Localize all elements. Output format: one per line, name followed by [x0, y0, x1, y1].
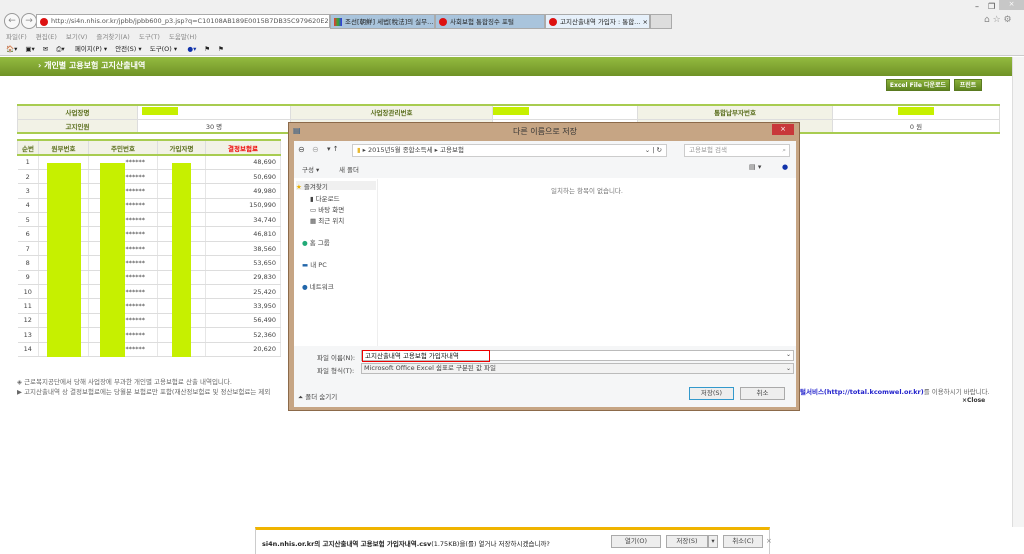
cancel-button[interactable]: 취소: [740, 387, 785, 400]
nav-favorites[interactable]: ★ 즐겨찾기: [296, 181, 376, 191]
close-window-button[interactable]: ×: [999, 0, 1024, 10]
feed-icon[interactable]: ▣▾: [25, 45, 34, 53]
help-icon[interactable]: ●: [782, 163, 788, 171]
nav-homegroup[interactable]: ● 홈 그룹: [302, 237, 330, 247]
close-link[interactable]: ×Close: [962, 397, 985, 404]
excel-download-button[interactable]: Excel File 다운로드: [886, 79, 950, 91]
redacted-column: [100, 163, 125, 357]
filename-input[interactable]: 고지산출내역 고용보험 가입자내역 ⌄: [361, 350, 794, 362]
empty-message: 일치하는 항목이 없습니다.: [551, 187, 623, 195]
site-icon: [334, 18, 342, 26]
tab-1[interactable]: 조선[朝鮮] 세법[稅法]의 실무...: [330, 14, 435, 29]
save-options-dropdown[interactable]: ▾: [708, 535, 718, 548]
menu-bar: 파일(F) 편집(E) 보기(V) 즐겨찾기(A) 도구(T) 도움말(H): [6, 31, 206, 41]
new-tab-button[interactable]: [650, 14, 672, 29]
scrollbar[interactable]: [1012, 57, 1024, 527]
forward-icon[interactable]: ⊖: [312, 145, 319, 154]
note-1: ◈ 근로복지공단에서 당해 사업장에 부과한 개인별 고용보험료 산출 내역입니…: [17, 378, 232, 386]
search-icon: ⌕: [782, 146, 786, 154]
safety-menu[interactable]: 안전(S) ▾: [115, 45, 142, 53]
gear-icon[interactable]: ⚙: [1004, 15, 1012, 25]
command-bar: 🏠▾ ▣▾ ✉ ⎙▾ 페이지(P) ▾ 안전(S) ▾ 도구(O) ▾ ●▾ ⚑ ⚑: [6, 43, 232, 54]
print-button[interactable]: 프린트: [954, 79, 982, 91]
redacted: [898, 107, 934, 116]
redacted: [142, 107, 178, 116]
star-icon[interactable]: ☆: [993, 15, 1001, 25]
hide-folders-button[interactable]: ⏶ 폴더 숨기기: [298, 391, 337, 402]
path-bar[interactable]: ▮ ▸ 2015년5월 종합소득세 ▸ 고용보험 ⌄ | ↻: [352, 144, 667, 157]
home-icon[interactable]: 🏠▾: [6, 45, 17, 53]
minimize-button[interactable]: –: [975, 2, 979, 11]
translate-icon[interactable]: ⚑: [218, 45, 224, 53]
close-bar-icon[interactable]: ×: [766, 537, 772, 545]
menu-favorites[interactable]: 즐겨찾기(A): [96, 33, 129, 41]
save-as-dialog: ▤ 다른 이름으로 저장 × ⊖ ⊖ ▾ ↑ ▮ ▸ 2015년5월 종합소득세…: [288, 122, 800, 411]
page-title: › 개인별 고용보험 고지산출내역: [0, 57, 1012, 76]
forward-button[interactable]: →: [21, 13, 37, 29]
browser-chrome: ← → http://si4n.nhis.or.kr/jpbb/jpbb600_…: [0, 0, 1024, 56]
redacted-column: [47, 163, 81, 357]
redacted-column: [172, 163, 191, 357]
print-icon[interactable]: ⎙▾: [56, 45, 64, 53]
redacted: [493, 107, 529, 116]
nav-recent[interactable]: ▦ 최근 위치: [310, 215, 344, 225]
menu-file[interactable]: 파일(F): [6, 33, 27, 41]
download-notification-bar: si4n.nhis.or.kr의 고지산출내역 고용보험 가입자내역.csv(1…: [255, 527, 772, 554]
tools-menu[interactable]: 도구(O) ▾: [150, 45, 177, 53]
menu-help[interactable]: 도움말(H): [169, 33, 197, 41]
research-icon[interactable]: ⚑: [204, 45, 210, 53]
note-2: ▶ 고지산출내역 상 결정보험료에는 당월분 보험료만 포함(재산정보험료 및 …: [17, 388, 271, 396]
restore-button[interactable]: ❐: [988, 2, 995, 11]
up-icon[interactable]: ▾ ↑: [327, 145, 339, 153]
help-icon[interactable]: ●▾: [187, 45, 196, 53]
cancel-download-button[interactable]: 취소(C): [723, 535, 763, 548]
download-message: si4n.nhis.or.kr의 고지산출내역 고용보험 가입자내역.csv(1…: [262, 540, 550, 548]
nav-pane: ★ 즐겨찾기 ▮ 다운로드 ▭ 바탕 화면 ▦ 최근 위치 ● 홈 그룹 ▬ 내…: [294, 179, 378, 349]
open-button[interactable]: 열기(O): [611, 535, 661, 548]
dialog-title: 다른 이름으로 저장: [513, 127, 577, 136]
save-download-button[interactable]: 저장(S): [666, 535, 708, 548]
nav-network[interactable]: ● 네트워크: [302, 281, 334, 291]
view-options-icon[interactable]: ▤ ▾: [749, 163, 761, 171]
new-folder-button[interactable]: 새 폴더: [339, 164, 359, 174]
site-icon: [549, 18, 557, 26]
menu-edit[interactable]: 편집(E): [36, 33, 57, 41]
address-bar[interactable]: http://si4n.nhis.or.kr/jpbb/jpbb600_p3.j…: [36, 14, 330, 28]
back-button[interactable]: ←: [4, 13, 20, 29]
page-menu[interactable]: 페이지(P) ▾: [75, 45, 107, 53]
back-icon[interactable]: ⊖: [298, 145, 305, 154]
organize-button[interactable]: 구성 ▾: [302, 164, 319, 174]
dialog-close-button[interactable]: ×: [772, 124, 794, 135]
home-icon[interactable]: ⌂: [984, 15, 990, 25]
nav-downloads[interactable]: ▮ 다운로드: [310, 193, 340, 203]
tab-2[interactable]: 사회보험 통합징수 포털: [435, 14, 545, 29]
close-tab-icon[interactable]: ×: [642, 18, 647, 26]
site-icon: [40, 18, 48, 26]
mail-icon[interactable]: ✉: [43, 45, 48, 53]
save-button[interactable]: 저장(S): [689, 387, 734, 400]
site-icon: [439, 18, 447, 26]
search-input[interactable]: 고용보험 검색 ⌕: [684, 144, 790, 157]
nav-this-pc[interactable]: ▬ 내 PC: [302, 259, 327, 269]
kcomwel-link[interactable]: 털서비스(http://total.kcomwel.or.kr): [800, 388, 924, 396]
tab-3[interactable]: 고지산출내역 가입자 : 통합... ×: [545, 14, 650, 29]
menu-tools[interactable]: 도구(T): [139, 33, 160, 41]
nav-desktop[interactable]: ▭ 바탕 화면: [310, 204, 344, 214]
menu-view[interactable]: 보기(V): [66, 33, 87, 41]
filetype-select[interactable]: Microsoft Office Excel 쉼표로 구분된 값 파일 ⌄: [361, 363, 794, 374]
